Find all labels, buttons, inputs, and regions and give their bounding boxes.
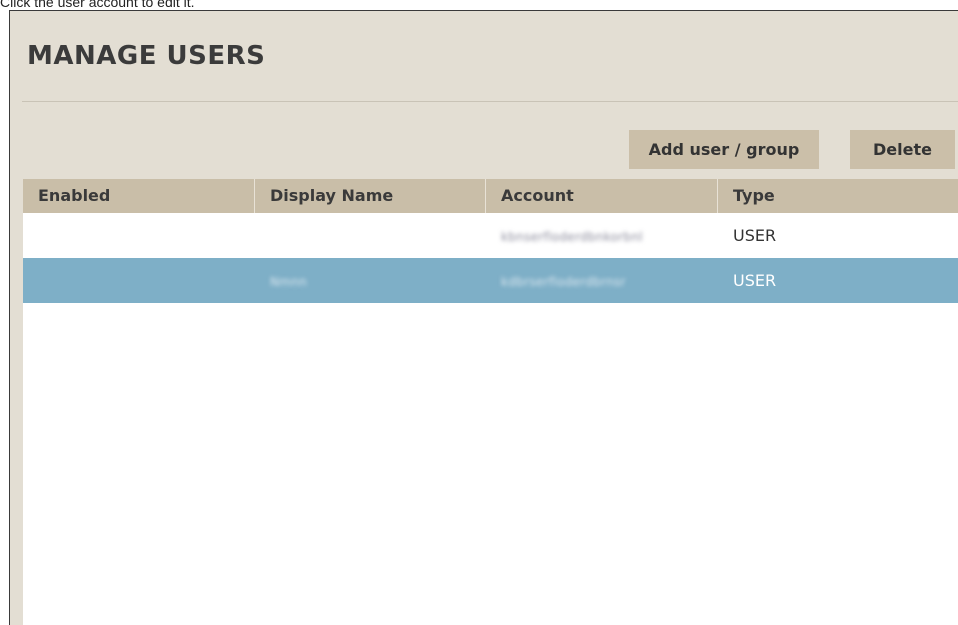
users-table: Enabled Display Name Account Type kbnser… xyxy=(23,179,958,625)
cell-display-name xyxy=(255,213,486,258)
add-user-group-button[interactable]: Add user / group xyxy=(629,130,819,169)
instruction-caption: Click the user account to edit it. xyxy=(0,0,195,10)
column-header-enabled[interactable]: Enabled xyxy=(23,179,255,213)
table-row-selected[interactable]: Nmnn kdbrserfloderdbrnsr USER xyxy=(23,258,958,303)
cell-account: kdbrserfloderdbrnsr xyxy=(501,275,626,289)
cell-type: USER xyxy=(733,271,777,290)
page-title: MANAGE USERS xyxy=(27,41,266,71)
column-header-account[interactable]: Account xyxy=(486,179,718,213)
cell-account: kbnserfloderdbnkorbnl xyxy=(501,230,643,244)
manage-users-panel: MANAGE USERS Add user / group Delete Ena… xyxy=(9,10,958,625)
table-row[interactable]: kbnserfloderdbnkorbnl USER xyxy=(23,213,958,258)
cell-type: USER xyxy=(733,226,777,245)
column-header-type[interactable]: Type xyxy=(718,179,958,213)
delete-button[interactable]: Delete xyxy=(850,130,955,169)
title-divider xyxy=(22,101,958,102)
cell-enabled xyxy=(23,213,255,258)
cell-enabled xyxy=(23,258,255,303)
column-header-display-name[interactable]: Display Name xyxy=(255,179,486,213)
table-header: Enabled Display Name Account Type xyxy=(23,179,958,213)
cell-display-name: Nmnn xyxy=(270,275,308,289)
